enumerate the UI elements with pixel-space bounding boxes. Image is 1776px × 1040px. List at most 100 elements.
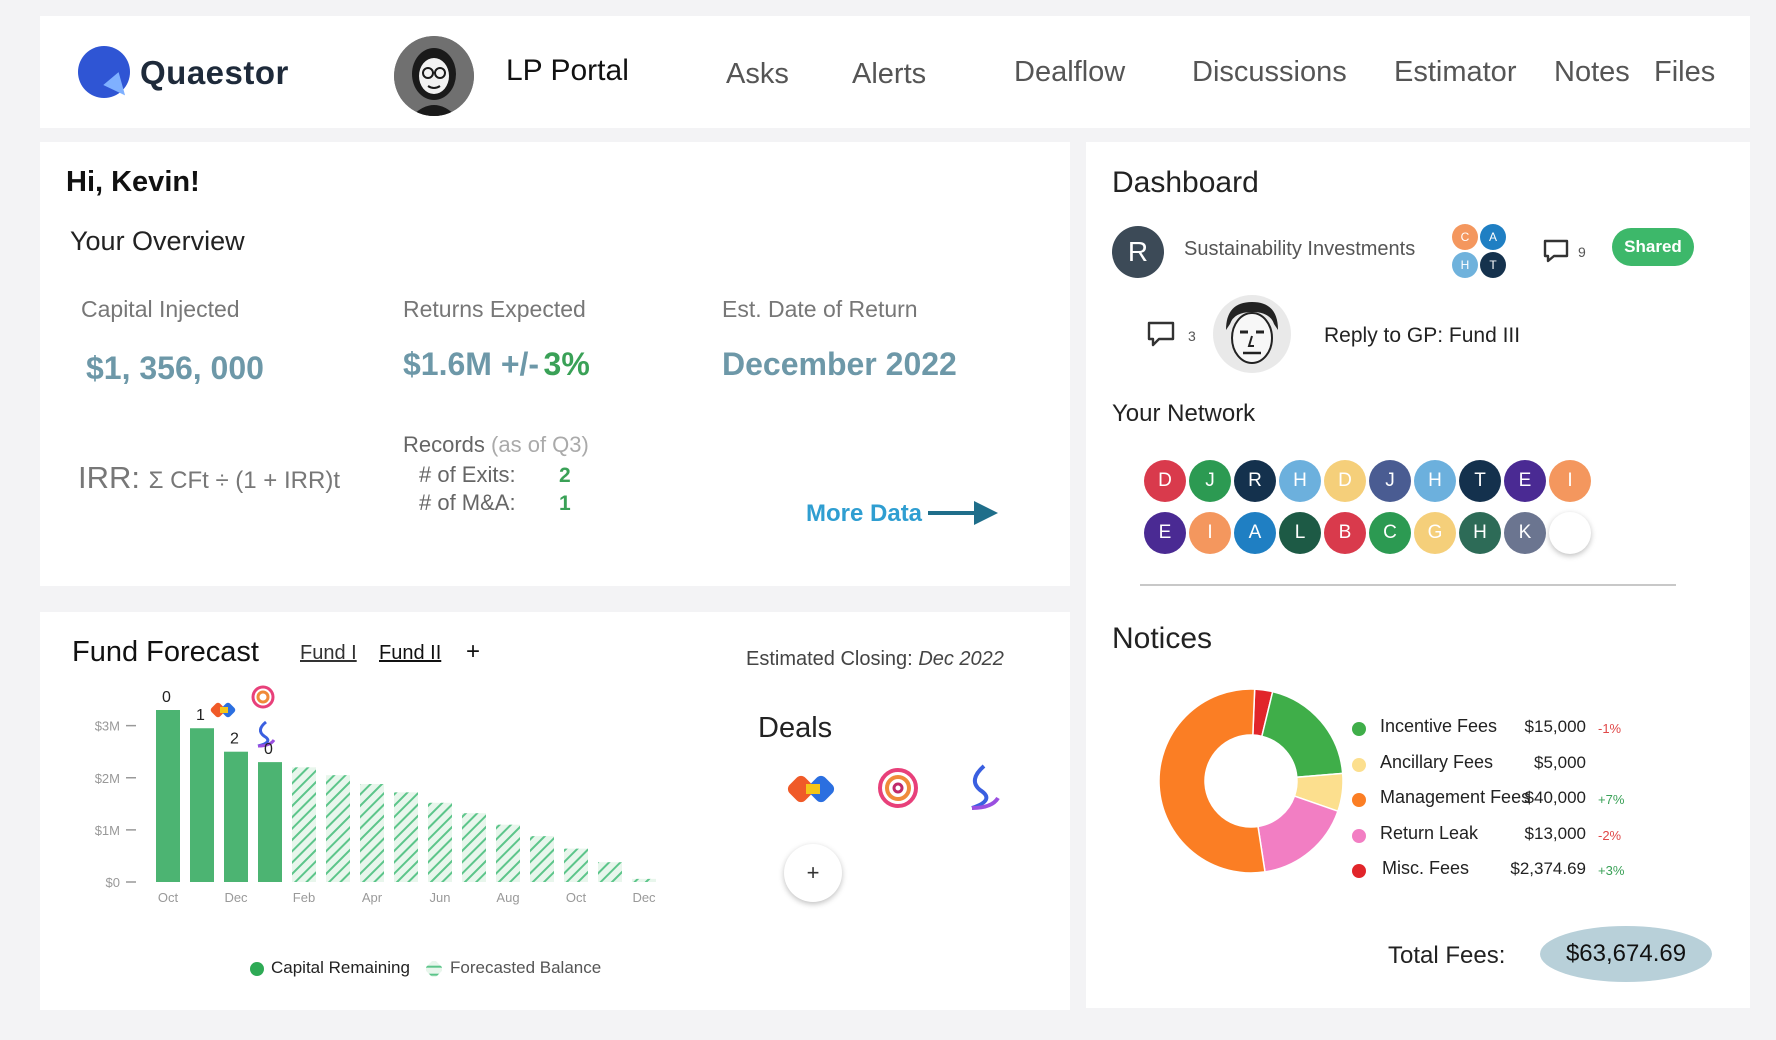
- bar-forecasted-balance: [462, 813, 486, 882]
- bar-forecasted-balance: [360, 784, 384, 882]
- legend-change: +3%: [1598, 863, 1625, 878]
- deal-logo-1-icon[interactable]: [786, 768, 842, 812]
- legend-forecast-label: Forecasted Balance: [450, 958, 602, 977]
- records-heading: Records (as of Q3): [403, 432, 589, 458]
- network-avatar[interactable]: B: [1324, 512, 1366, 554]
- network-avatar[interactable]: T: [1459, 460, 1501, 502]
- user-avatar[interactable]: [394, 36, 474, 116]
- x-tick-label: Aug: [496, 890, 519, 905]
- network-avatar[interactable]: R: [1234, 460, 1276, 502]
- bar-forecasted-balance: [394, 792, 418, 882]
- legend-value: $5,000: [1534, 752, 1586, 772]
- legend-swatch: [1352, 828, 1366, 843]
- tab-fund-ii[interactable]: Fund II: [379, 642, 441, 665]
- nav-asks[interactable]: Asks: [726, 58, 789, 91]
- network-avatar[interactable]: C: [1369, 512, 1411, 554]
- more-data-link[interactable]: More Data: [806, 500, 922, 528]
- tab-fund-i[interactable]: Fund I: [300, 642, 357, 665]
- donut-slice: [1260, 690, 1344, 779]
- legend-swatch: [1352, 722, 1366, 736]
- network-avatar[interactable]: H: [1459, 512, 1501, 554]
- item-members: CAHT: [1452, 224, 1522, 284]
- network-avatar[interactable]: I: [1549, 460, 1591, 502]
- estimated-closing: Estimated Closing: Dec 2022: [746, 648, 1004, 671]
- fund-forecast-chart: $0 $1M $2M $3M 0 1 2 0 Oct Dec Feb Apr Jun Aug Oct Dec: [95, 689, 656, 905]
- legend-label: Incentive Fees: [1380, 716, 1498, 736]
- y-tick-label: $3M: [95, 719, 120, 734]
- nav-estimator[interactable]: Estimator: [1394, 56, 1516, 89]
- return-date-label: Est. Date of Return: [722, 296, 918, 322]
- legend-change: -2%: [1598, 827, 1622, 843]
- member-avatar[interactable]: T: [1480, 252, 1506, 278]
- bar-annotation: 1: [196, 707, 205, 724]
- comment-icon[interactable]: [1542, 238, 1570, 264]
- network-avatar[interactable]: E: [1144, 512, 1186, 554]
- bar-annotation: 0: [162, 689, 171, 706]
- nav-dealflow[interactable]: Dealflow: [1014, 56, 1125, 89]
- exits-label: # of Exits:: [419, 462, 516, 487]
- legend-capital-swatch: [250, 962, 264, 976]
- network-avatar[interactable]: L: [1279, 512, 1321, 554]
- legend-swatch: [1352, 757, 1366, 772]
- network-avatar[interactable]: H: [1414, 460, 1456, 502]
- network-avatar[interactable]: I: [1189, 512, 1231, 554]
- x-tick-label: Dec: [632, 890, 656, 905]
- network-avatar[interactable]: J: [1189, 460, 1231, 502]
- donut-slice: [1158, 688, 1266, 874]
- return-date-value: December 2022: [722, 346, 957, 382]
- network-avatar[interactable]: K: [1504, 512, 1546, 554]
- y-tick-label: $0: [106, 875, 120, 890]
- network-avatar[interactable]: G: [1414, 512, 1456, 554]
- add-deal-button[interactable]: +: [784, 844, 842, 902]
- ma-value: 1: [559, 492, 571, 515]
- fees-donut-chart: [1158, 688, 1344, 874]
- add-network-button[interactable]: +: [1549, 512, 1591, 554]
- closing-value: Dec 2022: [918, 648, 1004, 670]
- shared-badge[interactable]: Shared: [1612, 228, 1694, 266]
- overview-panel: Hi, Kevin! Your Overview Capital Injecte…: [40, 142, 1070, 586]
- reply-comment-icon[interactable]: [1146, 320, 1176, 348]
- legend-capital-label: Capital Remaining: [271, 958, 410, 977]
- total-fees-value: $63,674.69: [1540, 926, 1712, 982]
- network-avatar[interactable]: A: [1234, 512, 1276, 554]
- top-header: Quaestor LP Portal Asks Alerts Dealflow …: [40, 16, 1750, 128]
- nav-files[interactable]: Files: [1654, 56, 1715, 89]
- comment-count: 9: [1578, 244, 1586, 260]
- item-name[interactable]: Sustainability Investments: [1184, 238, 1415, 261]
- network-row: E I A L B C G H K +: [1144, 512, 1684, 556]
- bar-forecasted-balance: [428, 802, 452, 882]
- add-fund-button[interactable]: +: [466, 638, 480, 666]
- legend-value: $15,000: [1524, 717, 1586, 736]
- network-avatar[interactable]: D: [1324, 460, 1366, 502]
- donut-slice: [1257, 795, 1339, 873]
- gp-avatar-icon: [1213, 295, 1291, 373]
- arrow-right-icon[interactable]: [928, 498, 1000, 528]
- bar-annotation: 0: [264, 741, 273, 758]
- bar-forecasted-balance: [598, 862, 622, 882]
- dashboard-panel: Dashboard R Sustainability Investments C…: [1086, 142, 1750, 1008]
- nav-notes[interactable]: Notes: [1554, 56, 1630, 89]
- deals-title: Deals: [758, 712, 833, 744]
- deal-logo-2-icon[interactable]: [874, 764, 922, 812]
- irr-expression: Σ CFt ÷ (1 + IRR)t: [148, 467, 340, 494]
- brand-name: Quaestor: [140, 54, 289, 91]
- records-label: Records: [403, 432, 485, 457]
- exits-value: 2: [559, 464, 571, 487]
- member-avatar[interactable]: H: [1452, 252, 1478, 278]
- nav-alerts[interactable]: Alerts: [852, 58, 926, 91]
- network-avatar[interactable]: J: [1369, 460, 1411, 502]
- network-avatar[interactable]: H: [1279, 460, 1321, 502]
- x-tick-label: Oct: [158, 890, 179, 905]
- nav-discussions[interactable]: Discussions: [1192, 56, 1347, 89]
- item-avatar: R: [1112, 226, 1164, 278]
- portal-title: LP Portal: [506, 54, 629, 87]
- deal-logo-3-icon[interactable]: [962, 762, 1004, 812]
- network-avatar[interactable]: D: [1144, 460, 1186, 502]
- member-avatar[interactable]: A: [1480, 224, 1506, 250]
- bar-annotation: 2: [230, 731, 239, 748]
- network-avatar[interactable]: E: [1504, 460, 1546, 502]
- reply-to-gp-link[interactable]: Reply to GP: Fund III: [1324, 324, 1520, 348]
- member-avatar[interactable]: C: [1452, 224, 1478, 250]
- fund-forecast-panel: Fund Forecast Fund I Fund II + Estimated…: [40, 612, 1070, 1010]
- x-tick-label: Feb: [293, 890, 315, 905]
